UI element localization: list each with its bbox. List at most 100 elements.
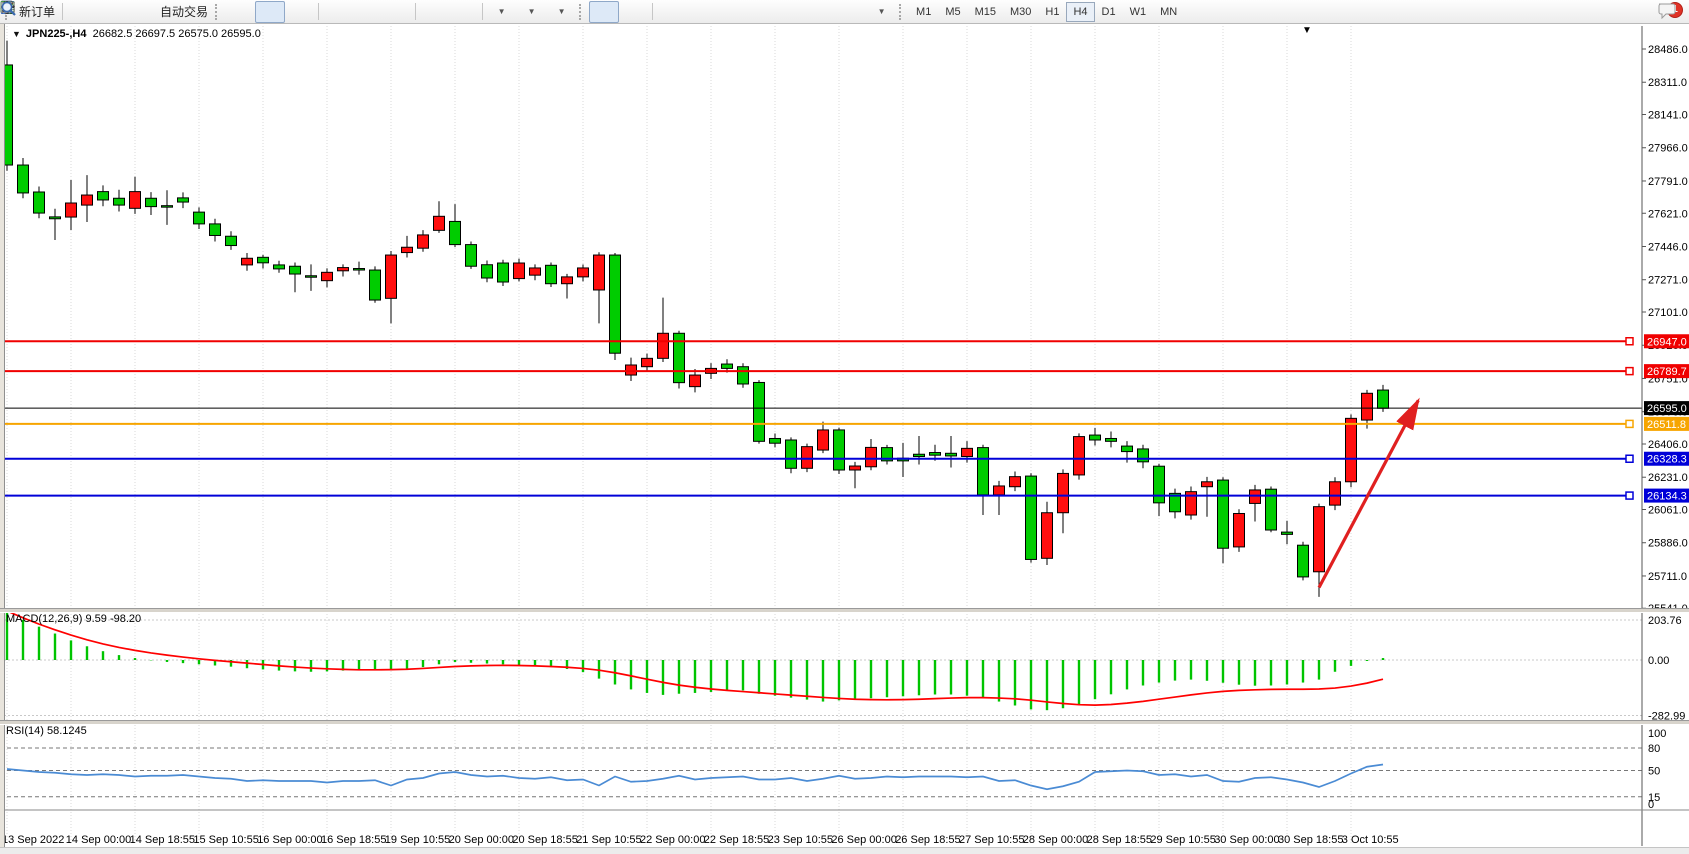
candle [82,195,93,205]
separator [482,3,483,20]
candle [18,165,29,193]
line-anchor[interactable] [1626,492,1633,499]
price-axis-label: 25886.0 [1648,538,1688,550]
timeframe-M15[interactable]: M15 [968,2,1003,22]
candle [530,268,541,275]
data-window-button[interactable] [96,1,126,23]
symbol-dropdown-icon[interactable]: ▼ [12,29,21,39]
time-axis-label: 26 Sep 00:00 [831,834,896,846]
rsi-line [7,765,1383,790]
horizontal-line-tool-button[interactable] [686,1,716,23]
price-level-badge-label: 26328.3 [1647,454,1687,466]
macd-axis-label: 0.00 [1648,655,1669,667]
periods-button[interactable]: ▼ [516,1,546,23]
line-anchor[interactable] [1626,368,1633,375]
candlestick-chart-button[interactable] [255,1,285,23]
candle [274,265,285,269]
auto-trading-label: 自动交易 [160,3,208,20]
timeframe-M1[interactable]: M1 [909,2,938,22]
chart-canvas[interactable]: 28486.028311.028141.027966.027791.027621… [0,0,1689,853]
candle [1026,476,1037,559]
candle [834,430,845,470]
candle [370,270,381,300]
candle [50,217,61,219]
candle [1250,490,1261,503]
bar-chart-button[interactable] [225,1,255,23]
price-axis-label: 26406.0 [1648,439,1688,451]
rsi-indicator-label: RSI(14) 58.1245 [6,725,87,737]
auto-scroll-button[interactable] [419,1,449,23]
auto-trading-button[interactable]: 自动交易 [156,1,212,23]
zoom-in-button[interactable] [322,1,352,23]
time-axis-label: 22 Sep 00:00 [640,834,705,846]
crosshair-tool-button[interactable] [619,1,649,23]
timeframe-H1[interactable]: H1 [1038,2,1066,22]
rsi-axis-label: 80 [1648,743,1660,755]
autoscroll-marker-icon[interactable]: ▼ [1302,25,1312,36]
timeframe-M5[interactable]: M5 [938,2,967,22]
price-axis-label: 27791.0 [1648,176,1688,188]
arrows-tool-button[interactable]: ▼ [866,1,896,23]
toolbar-grip[interactable] [579,4,586,20]
cursor-tool-button[interactable] [589,1,619,23]
line-chart-button[interactable] [285,1,315,23]
rsi-axis-label: 0 [1648,799,1654,811]
tile-windows-button[interactable] [382,1,412,23]
trendline-tool-button[interactable] [716,1,746,23]
time-axis-label: 14 Sep 18:55 [130,834,195,846]
templates-button[interactable]: ▼ [546,1,576,23]
add-indicator-button[interactable]: ▼ [486,1,516,23]
text-tool-button[interactable]: A [806,1,836,23]
label-tool-button[interactable]: T [836,1,866,23]
candle [1298,545,1309,577]
time-axis-label: 21 Sep 10:55 [576,834,641,846]
timeframe-MN[interactable]: MN [1153,2,1184,22]
candle [642,358,653,366]
search-button[interactable] [1627,1,1657,23]
zoom-out-button[interactable] [352,1,382,23]
time-axis-label: 30 Sep 00:00 [1214,834,1279,846]
candle [946,453,957,456]
candle [914,454,925,456]
new-order-button[interactable]: 新订单 [15,1,59,23]
toolbar-grip[interactable] [899,4,906,20]
candle [1106,438,1117,441]
candle [930,453,941,456]
price-axis-label: 27446.0 [1648,241,1688,253]
timeframe-H4[interactable]: H4 [1066,2,1094,22]
timeframe-W1[interactable]: W1 [1123,2,1154,22]
line-anchor[interactable] [1626,455,1633,462]
candle [1314,507,1325,572]
candle [722,364,733,368]
dropdown-caret-icon: ▼ [878,7,886,16]
chart-shift-button[interactable] [449,1,479,23]
candle [578,268,589,277]
toolbar-grip[interactable] [215,4,222,20]
price-axis-label: 25711.0 [1648,571,1687,583]
equidistant-channel-tool-button[interactable]: E [746,1,776,23]
fibonacci-tool-button[interactable]: F [776,1,806,23]
timeframe-D1[interactable]: D1 [1095,2,1123,22]
timeframe-M30[interactable]: M30 [1003,2,1038,22]
vertical-line-tool-button[interactable] [656,1,686,23]
candle [114,198,125,205]
candle [866,447,877,466]
rsi-axis-label: 50 [1648,766,1660,778]
candle [226,236,237,245]
candle [770,438,781,443]
line-anchor[interactable] [1626,420,1633,427]
pane-divider-macd[interactable] [0,608,1689,613]
candle [754,382,765,441]
candle [1378,390,1389,408]
navigator-button[interactable] [126,1,156,23]
chat-button[interactable]: 1 [1657,1,1687,23]
line-anchor[interactable] [1626,338,1633,345]
window-left-border [0,24,5,853]
symbol-timeframe-label: JPN225-,H4 [26,28,87,40]
price-level-badge-label: 26134.3 [1647,491,1687,503]
pane-divider-rsi[interactable] [0,720,1689,725]
candle [562,277,573,284]
market-watch-button[interactable] [66,1,96,23]
candle [1282,532,1293,534]
time-axis-label: 14 Sep 00:00 [66,834,131,846]
